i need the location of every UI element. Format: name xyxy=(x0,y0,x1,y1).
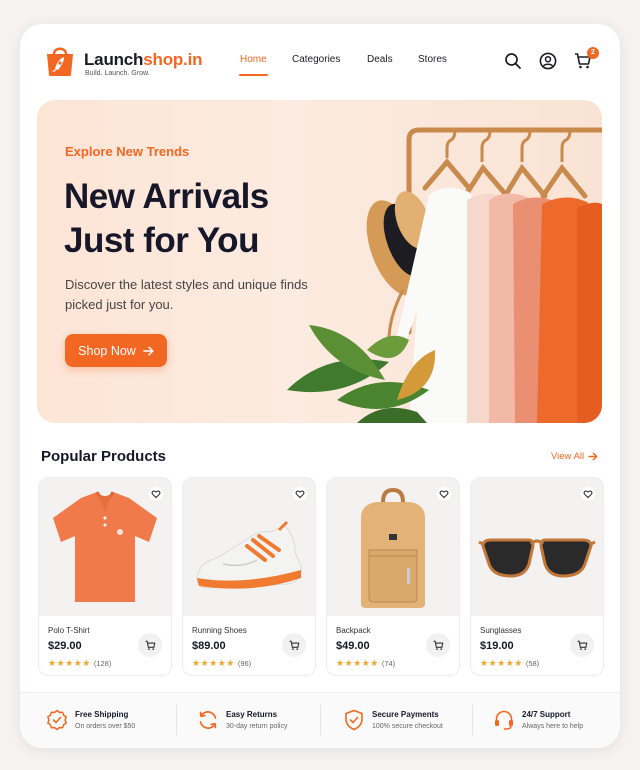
feature-title: Easy Returns xyxy=(226,710,278,719)
add-to-cart-button[interactable] xyxy=(138,633,162,657)
nav-deals[interactable]: Deals xyxy=(367,54,393,65)
product-image[interactable] xyxy=(183,478,315,616)
shield-check-icon xyxy=(345,709,363,731)
hero-banner: Explore New Trends New Arrivals Just for… xyxy=(37,100,602,423)
popular-products-title: Popular Products xyxy=(41,448,167,465)
review-count: (96) xyxy=(237,659,252,668)
product-rating: ★★★★★ (128) xyxy=(48,658,111,669)
product-image[interactable] xyxy=(39,478,171,616)
product-card[interactable]: Running Shoes $89.00 ★★★★★ (96) xyxy=(182,477,316,676)
arrow-right-icon xyxy=(143,346,154,355)
nav-stores[interactable]: Stores xyxy=(418,54,447,65)
feature-subtitle: 100% secure checkout xyxy=(372,723,443,730)
product-rating: ★★★★★ (96) xyxy=(192,658,251,669)
hero-subtitle: Discover the latest styles and unique fi… xyxy=(65,277,308,312)
star-rating-icons: ★★★★★ xyxy=(192,658,235,668)
add-to-cart-button[interactable] xyxy=(282,633,306,657)
product-image[interactable] xyxy=(327,478,459,616)
product-rating: ★★★★★ (74) xyxy=(336,658,395,669)
divider xyxy=(320,705,321,735)
feature-subtitle: Always here to help xyxy=(522,723,584,730)
product-price: $29.00 xyxy=(48,640,82,652)
heart-icon[interactable] xyxy=(149,487,163,501)
hero-title-line2: Just for You xyxy=(64,221,259,260)
cart-icon xyxy=(145,640,155,650)
product-card[interactable]: Sunglasses $19.00 ★★★★★ (58) xyxy=(470,477,604,676)
feature-title: Secure Payments xyxy=(372,710,439,719)
feature-subtitle: 30-day return policy xyxy=(226,723,288,730)
hero-kicker: Explore New Trends xyxy=(65,144,190,159)
cart-icon xyxy=(289,640,299,650)
feature-subtitle: On orders over $50 xyxy=(75,723,136,730)
product-price: $89.00 xyxy=(192,640,226,652)
review-count: (128) xyxy=(93,659,112,668)
heart-icon[interactable] xyxy=(581,487,595,501)
product-price: $49.00 xyxy=(336,640,370,652)
add-to-cart-button[interactable] xyxy=(426,633,450,657)
hero-title: New Arrivals Just for You xyxy=(64,175,344,263)
add-to-cart-button[interactable] xyxy=(570,633,594,657)
product-card[interactable]: Polo T-Shirt $29.00 ★★★★★ (128) xyxy=(38,477,172,676)
headset-icon xyxy=(495,710,513,730)
refresh-icon xyxy=(199,711,217,729)
review-count: (74) xyxy=(381,659,396,668)
view-all-label: View All xyxy=(551,451,585,462)
product-name[interactable]: Running Shoes xyxy=(192,626,247,635)
features-bar: Free Shipping On orders over $50 Easy Re… xyxy=(20,692,620,748)
product-card[interactable]: Backpack $49.00 ★★★★★ (74) xyxy=(326,477,460,676)
star-rating-icons: ★★★★★ xyxy=(480,658,523,668)
product-rating: ★★★★★ (58) xyxy=(480,658,539,669)
star-rating-icons: ★★★★★ xyxy=(336,658,379,668)
heart-icon[interactable] xyxy=(293,487,307,501)
nav-categories[interactable]: Categories xyxy=(292,54,340,65)
divider xyxy=(176,705,177,735)
brand-name-part1: Launch xyxy=(84,50,144,69)
arrow-right-icon xyxy=(588,452,598,461)
star-rating-icons: ★★★★★ xyxy=(48,658,91,668)
cart-icon xyxy=(577,640,587,650)
search-icon[interactable] xyxy=(504,52,522,70)
shopping-bag-rocket-icon[interactable] xyxy=(44,43,76,77)
shop-now-label: Shop Now xyxy=(78,343,136,358)
divider xyxy=(472,705,473,735)
cart-count-badge: 2 xyxy=(587,47,599,59)
brand-name-part2: shop.in xyxy=(143,50,203,69)
brand-name[interactable]: Launchshop.in xyxy=(84,50,202,70)
product-name[interactable]: Sunglasses xyxy=(480,626,521,635)
product-price: $19.00 xyxy=(480,640,514,652)
view-all-link[interactable]: View All xyxy=(551,451,598,462)
site-header: Launchshop.in Build. Launch. Grow. Home … xyxy=(20,24,620,94)
badge-check-icon xyxy=(47,709,67,731)
feature-title: Free Shipping xyxy=(75,710,129,719)
heart-icon[interactable] xyxy=(437,487,451,501)
cart-icon xyxy=(433,640,443,650)
product-name[interactable]: Backpack xyxy=(336,626,371,635)
feature-title: 24/7 Support xyxy=(522,710,571,719)
nav-home[interactable]: Home xyxy=(239,54,268,76)
user-icon[interactable] xyxy=(539,52,557,70)
product-name[interactable]: Polo T-Shirt xyxy=(48,626,90,635)
page-card: Launchshop.in Build. Launch. Grow. Home … xyxy=(20,24,620,748)
shop-now-button[interactable]: Shop Now xyxy=(65,334,167,367)
review-count: (58) xyxy=(525,659,540,668)
hero-title-line1: New Arrivals xyxy=(64,177,269,216)
brand-tagline: Build. Launch. Grow. xyxy=(85,70,150,77)
product-grid: Polo T-Shirt $29.00 ★★★★★ (128) Running … xyxy=(38,477,604,677)
product-image[interactable] xyxy=(471,478,603,616)
